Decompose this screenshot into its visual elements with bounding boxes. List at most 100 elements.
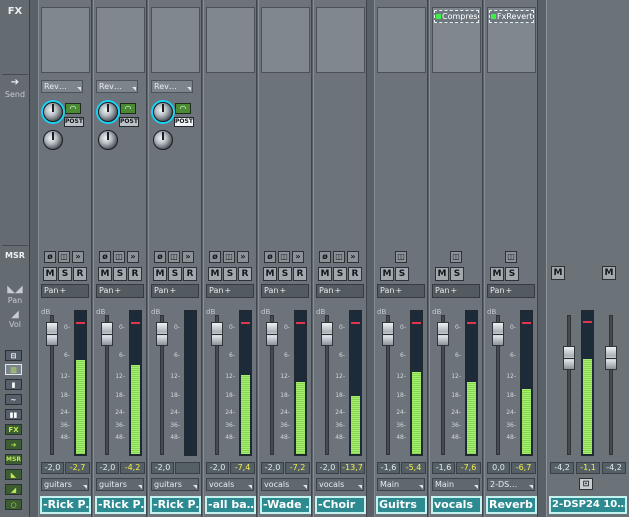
record-button[interactable]: R — [293, 267, 307, 281]
plugin-slot[interactable]: Compres — [434, 10, 479, 23]
mute-button[interactable]: M — [208, 267, 222, 281]
record-button[interactable]: R — [73, 267, 87, 281]
monitor-icon[interactable]: ◫ — [395, 251, 407, 263]
track-name[interactable]: Reverb — [486, 496, 537, 514]
master-left-fader[interactable] — [563, 346, 575, 370]
monitor-icon[interactable]: ◫ — [505, 251, 517, 263]
output-select[interactable]: vocals — [206, 478, 254, 491]
monitor-icon[interactable]: ◫ — [278, 251, 290, 263]
solo-button[interactable]: S — [450, 267, 464, 281]
output-select[interactable]: vocals — [261, 478, 309, 491]
forward-icon[interactable]: » — [182, 251, 194, 263]
master-mute-left-button[interactable]: M — [551, 266, 565, 280]
phase-button[interactable]: ø — [154, 251, 166, 263]
track-name[interactable]: -Rick P… — [95, 496, 146, 514]
send-enable-icon[interactable]: ◠ — [120, 103, 136, 114]
send-pan-knob[interactable] — [98, 130, 118, 150]
master-name[interactable]: 2-DSP24 10… — [549, 496, 627, 514]
view-button-meter[interactable]: ▥ — [5, 364, 22, 375]
output-select[interactable]: 2-DS… — [487, 478, 535, 491]
send-level-knob[interactable] — [43, 102, 63, 122]
mute-button[interactable]: M — [153, 267, 167, 281]
fx-slot[interactable] — [316, 7, 365, 73]
pan-field[interactable]: Pan+ — [261, 284, 309, 298]
forward-icon[interactable]: » — [237, 251, 249, 263]
track-name[interactable]: Guitrs — [376, 496, 427, 514]
view-button-fx[interactable]: FX — [5, 424, 22, 435]
mute-button[interactable]: M — [43, 267, 57, 281]
output-select[interactable]: Main — [377, 478, 425, 491]
volume-fader[interactable] — [382, 322, 394, 346]
solo-button[interactable]: S — [223, 267, 237, 281]
send-select[interactable]: Rev… — [41, 80, 83, 93]
phase-button[interactable]: ø — [99, 251, 111, 263]
view-button-insert[interactable]: ▮ — [5, 379, 22, 390]
forward-icon[interactable]: » — [292, 251, 304, 263]
record-button[interactable]: R — [348, 267, 362, 281]
output-select[interactable]: guitars — [96, 478, 144, 491]
mute-button[interactable]: M — [318, 267, 332, 281]
mute-button[interactable]: M — [490, 267, 504, 281]
forward-icon[interactable]: » — [72, 251, 84, 263]
plugin-slot[interactable]: FxRevert — [489, 10, 534, 23]
volume-fader[interactable] — [437, 322, 449, 346]
monitor-icon[interactable]: ◫ — [113, 251, 125, 263]
view-button-vol[interactable]: ◢ — [5, 484, 22, 495]
monitor-icon[interactable]: ◫ — [223, 251, 235, 263]
solo-button[interactable]: S — [333, 267, 347, 281]
fx-slot[interactable] — [41, 7, 90, 73]
track-name[interactable]: -all ba… — [205, 496, 256, 514]
volume-fader[interactable] — [156, 322, 168, 346]
solo-button[interactable]: S — [113, 267, 127, 281]
volume-fader[interactable] — [321, 322, 333, 346]
monitor-icon[interactable]: ◫ — [333, 251, 345, 263]
post-fader-button[interactable]: POST — [119, 117, 139, 127]
plugin-active-icon[interactable] — [491, 14, 496, 19]
volume-fader[interactable] — [101, 322, 113, 346]
phase-button[interactable]: ø — [44, 251, 56, 263]
volume-fader[interactable] — [266, 322, 278, 346]
pan-field[interactable]: Pan+ — [41, 284, 89, 298]
output-select[interactable]: guitars — [151, 478, 199, 491]
plugin-active-icon[interactable] — [436, 14, 441, 19]
forward-icon[interactable]: » — [347, 251, 359, 263]
track-name[interactable]: -Rick P… — [150, 496, 201, 514]
mute-button[interactable]: M — [263, 267, 277, 281]
track-name[interactable]: -Wade … — [260, 496, 311, 514]
monitor-icon[interactable]: ◫ — [58, 251, 70, 263]
view-button-msr[interactable]: MSR — [5, 454, 22, 465]
pan-field[interactable]: Pan+ — [377, 284, 425, 298]
pan-field[interactable]: Pan+ — [96, 284, 144, 298]
fx-slot[interactable]: Compres — [432, 7, 481, 73]
pan-field[interactable]: Pan+ — [151, 284, 199, 298]
view-button-name[interactable]: ○ — [5, 499, 22, 510]
fx-slot[interactable] — [261, 7, 310, 73]
view-button-send[interactable]: ➔ — [5, 439, 22, 450]
lock-icon[interactable]: ⊡ — [579, 478, 593, 490]
send-pan-knob[interactable] — [153, 130, 173, 150]
view-button-io[interactable]: ⊟ — [5, 350, 22, 361]
solo-button[interactable]: S — [505, 267, 519, 281]
output-select[interactable]: Main — [432, 478, 480, 491]
send-level-knob[interactable] — [153, 102, 173, 122]
view-button-eq[interactable]: ∼ — [5, 394, 22, 405]
send-pan-knob[interactable] — [43, 130, 63, 150]
monitor-icon[interactable]: ◫ — [168, 251, 180, 263]
volume-fader[interactable] — [211, 322, 223, 346]
volume-fader[interactable] — [46, 322, 58, 346]
send-enable-icon[interactable]: ◠ — [65, 103, 81, 114]
view-button-dynamics[interactable]: ▮▮ — [5, 409, 22, 420]
solo-button[interactable]: S — [168, 267, 182, 281]
volume-fader[interactable] — [492, 322, 504, 346]
mute-button[interactable]: M — [435, 267, 449, 281]
phase-button[interactable]: ø — [319, 251, 331, 263]
master-right-fader[interactable] — [605, 346, 617, 370]
phase-button[interactable]: ø — [209, 251, 221, 263]
track-name[interactable]: -Rick P… — [40, 496, 91, 514]
output-select[interactable]: guitars — [41, 478, 89, 491]
fx-slot[interactable] — [96, 7, 145, 73]
fx-slot[interactable] — [151, 7, 200, 73]
forward-icon[interactable]: » — [127, 251, 139, 263]
solo-button[interactable]: S — [278, 267, 292, 281]
phase-button[interactable]: ø — [264, 251, 276, 263]
